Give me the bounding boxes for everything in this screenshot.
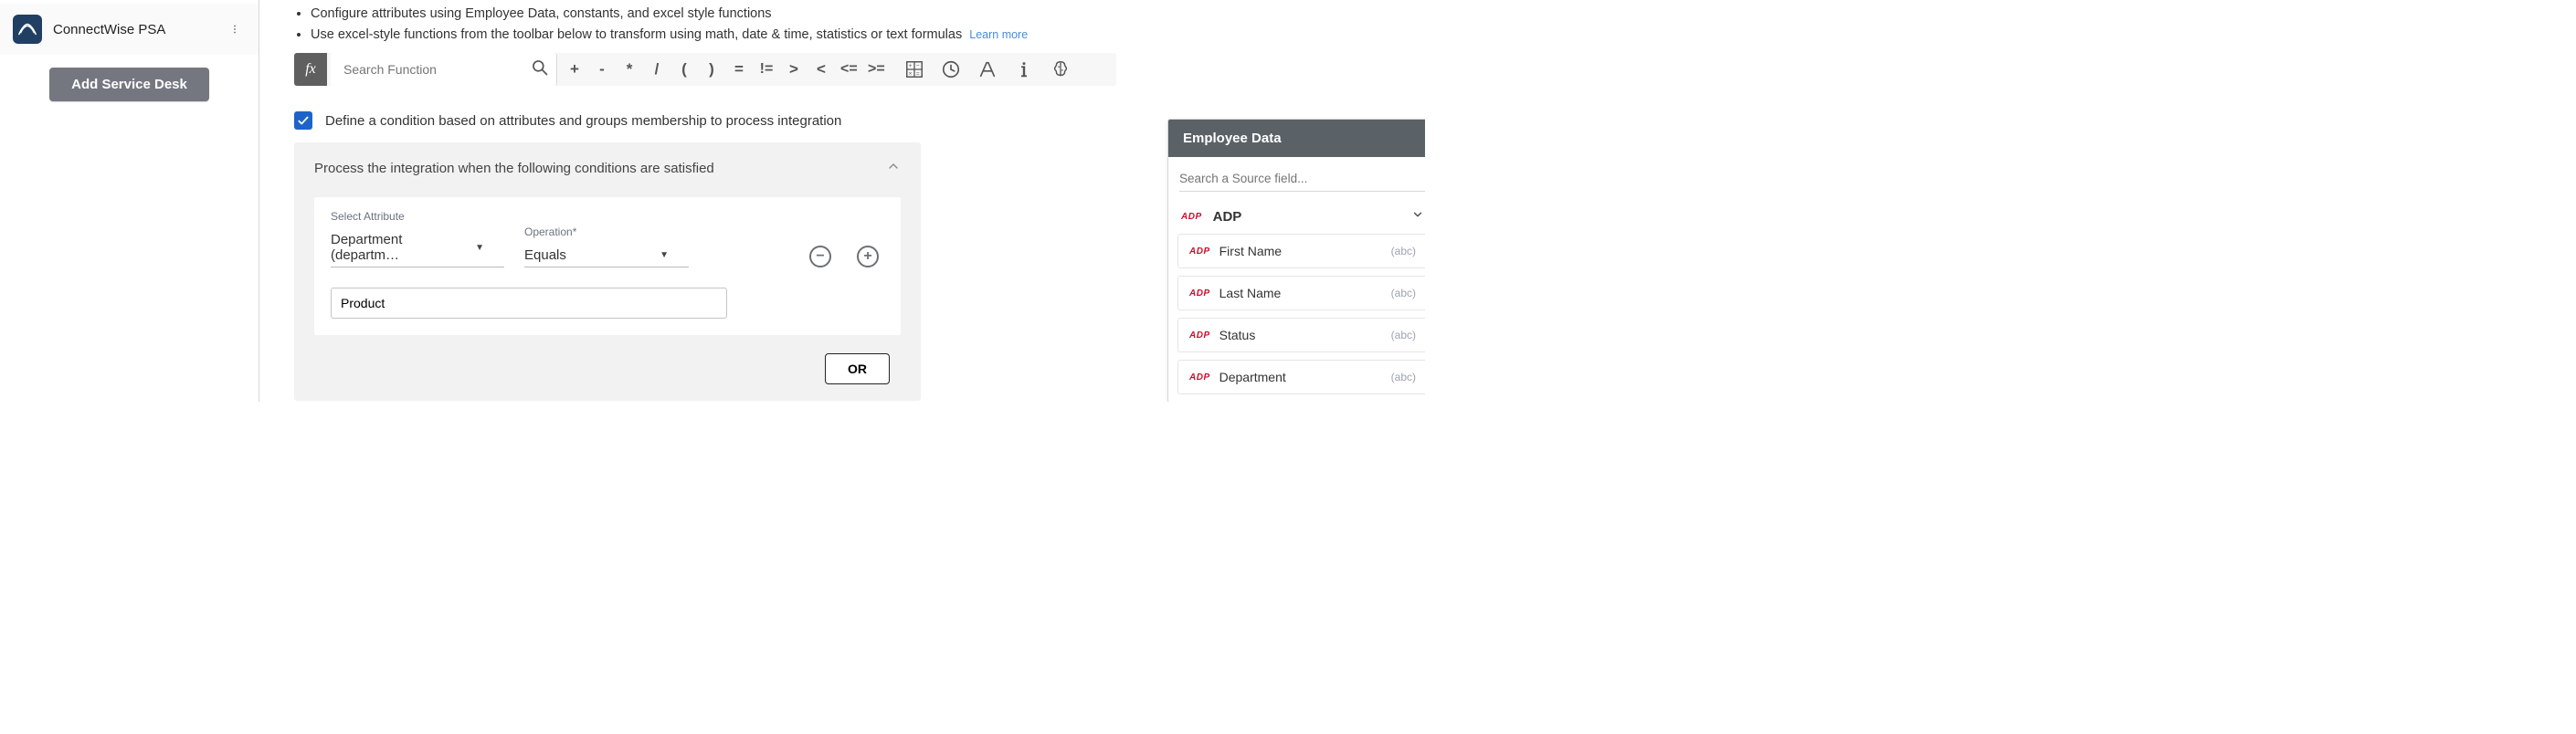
connectwise-icon bbox=[17, 19, 37, 39]
source-field-type: (abc) bbox=[1391, 329, 1416, 341]
clock-icon[interactable] bbox=[941, 59, 961, 79]
instruction-item: Use excel-style functions from the toolb… bbox=[311, 25, 1403, 46]
main-content: Configure attributes using Employee Data… bbox=[259, 0, 1425, 402]
op-gt[interactable]: > bbox=[780, 53, 808, 86]
op-lte[interactable]: <= bbox=[835, 53, 862, 86]
condition-card-title: Process the integration when the followi… bbox=[314, 161, 714, 176]
chevron-up-icon bbox=[886, 159, 901, 177]
adp-logo-icon: ADP bbox=[1189, 330, 1210, 341]
source-field-item[interactable]: ADP Status (abc) bbox=[1177, 318, 1425, 352]
function-search-input[interactable] bbox=[342, 61, 531, 78]
sidebar-app-name: ConnectWise PSA bbox=[53, 22, 213, 37]
ai-brain-icon[interactable] bbox=[1050, 59, 1071, 79]
condition-card-header[interactable]: Process the integration when the followi… bbox=[314, 159, 901, 177]
op-plus[interactable]: + bbox=[561, 53, 588, 86]
search-icon[interactable] bbox=[531, 58, 549, 80]
operation-field-label: Operation* bbox=[524, 225, 689, 238]
source-field-name: Department bbox=[1219, 370, 1286, 384]
more-icon[interactable] bbox=[224, 18, 246, 40]
source-field-item[interactable]: ADP Last Name (abc) bbox=[1177, 276, 1425, 310]
op-eq[interactable]: = bbox=[725, 53, 753, 86]
condition-body: Select Attribute Department (departm… ▼ … bbox=[314, 197, 901, 335]
math-icon[interactable]: +−×= bbox=[904, 59, 924, 79]
op-lt[interactable]: < bbox=[808, 53, 835, 86]
attribute-select[interactable]: Department (departm… ▼ bbox=[331, 228, 504, 267]
attribute-field-label: Select Attribute bbox=[331, 210, 504, 223]
source-field-type: (abc) bbox=[1391, 287, 1416, 299]
function-search-wrap bbox=[331, 53, 557, 86]
op-neq[interactable]: != bbox=[753, 53, 780, 86]
adp-logo-icon: ADP bbox=[1189, 372, 1210, 383]
source-field-search-input[interactable] bbox=[1179, 166, 1425, 191]
source-field-type: (abc) bbox=[1391, 371, 1416, 383]
attribute-select-value: Department (departm… bbox=[331, 232, 466, 263]
caret-down-icon: ▼ bbox=[660, 250, 669, 260]
formula-toolbar: fx + - * / ( ) = != > < <= >= bbox=[294, 53, 1116, 86]
learn-more-link[interactable]: Learn more bbox=[969, 28, 1028, 41]
sidebar-app-row[interactable]: ConnectWise PSA bbox=[0, 4, 259, 55]
condition-value-input[interactable] bbox=[331, 288, 727, 319]
source-field-item[interactable]: ADP First Name (abc) bbox=[1177, 234, 1425, 268]
text-icon[interactable] bbox=[977, 59, 998, 79]
source-field-name: Last Name bbox=[1219, 286, 1282, 300]
sidebar: ConnectWise PSA Add Service Desk bbox=[0, 0, 259, 402]
source-field-list: ADP First Name (abc) ADP Last Name (abc)… bbox=[1168, 234, 1425, 394]
operation-field: Operation* Equals ▼ bbox=[524, 225, 689, 267]
op-multiply[interactable]: * bbox=[616, 53, 643, 86]
app-logo bbox=[13, 15, 42, 44]
source-field-name: First Name bbox=[1219, 244, 1282, 258]
source-field-search-wrap bbox=[1179, 166, 1425, 192]
employee-data-panel: Employee Data ADP ADP ADP First Name (ab… bbox=[1167, 119, 1425, 402]
remove-condition-button[interactable]: − bbox=[809, 246, 831, 267]
info-icon[interactable] bbox=[1014, 59, 1034, 79]
check-icon bbox=[297, 114, 310, 127]
svg-text:−: − bbox=[916, 64, 920, 70]
instructions-list: Configure attributes using Employee Data… bbox=[294, 4, 1403, 46]
operation-select-value: Equals bbox=[524, 247, 566, 263]
op-paren-close[interactable]: ) bbox=[698, 53, 725, 86]
source-field-name: Status bbox=[1219, 328, 1256, 342]
function-category-icons: +−×= bbox=[890, 53, 1085, 86]
caret-down-icon: ▼ bbox=[475, 243, 484, 253]
adp-logo-icon: ADP bbox=[1181, 212, 1202, 222]
instruction-item: Configure attributes using Employee Data… bbox=[311, 4, 1403, 25]
provider-row[interactable]: ADP ADP bbox=[1168, 199, 1425, 234]
source-field-item[interactable]: ADP Department (abc) bbox=[1177, 360, 1425, 394]
operator-group: + - * / ( ) = != > < <= >= bbox=[561, 53, 890, 86]
add-condition-button[interactable]: + bbox=[857, 246, 879, 267]
employee-data-title: Employee Data bbox=[1168, 120, 1425, 157]
op-gte[interactable]: >= bbox=[862, 53, 890, 86]
svg-text:+: + bbox=[909, 64, 913, 70]
operation-select[interactable]: Equals ▼ bbox=[524, 244, 689, 267]
condition-checkbox[interactable] bbox=[294, 111, 312, 130]
adp-logo-icon: ADP bbox=[1189, 288, 1210, 299]
attribute-field: Select Attribute Department (departm… ▼ bbox=[331, 210, 504, 267]
condition-card: Process the integration when the followi… bbox=[294, 142, 921, 401]
source-field-type: (abc) bbox=[1391, 245, 1416, 257]
condition-label: Define a condition based on attributes a… bbox=[325, 113, 841, 129]
op-divide[interactable]: / bbox=[643, 53, 670, 86]
op-paren-open[interactable]: ( bbox=[670, 53, 698, 86]
adp-logo-icon: ADP bbox=[1189, 246, 1210, 257]
or-button[interactable]: OR bbox=[825, 353, 890, 384]
fx-cell[interactable]: fx bbox=[294, 53, 327, 86]
svg-text:=: = bbox=[916, 71, 920, 78]
svg-text:×: × bbox=[909, 71, 913, 78]
provider-name: ADP bbox=[1213, 209, 1242, 225]
op-minus[interactable]: - bbox=[588, 53, 616, 86]
chevron-down-icon bbox=[1411, 208, 1424, 225]
add-service-desk-button[interactable]: Add Service Desk bbox=[49, 68, 209, 101]
